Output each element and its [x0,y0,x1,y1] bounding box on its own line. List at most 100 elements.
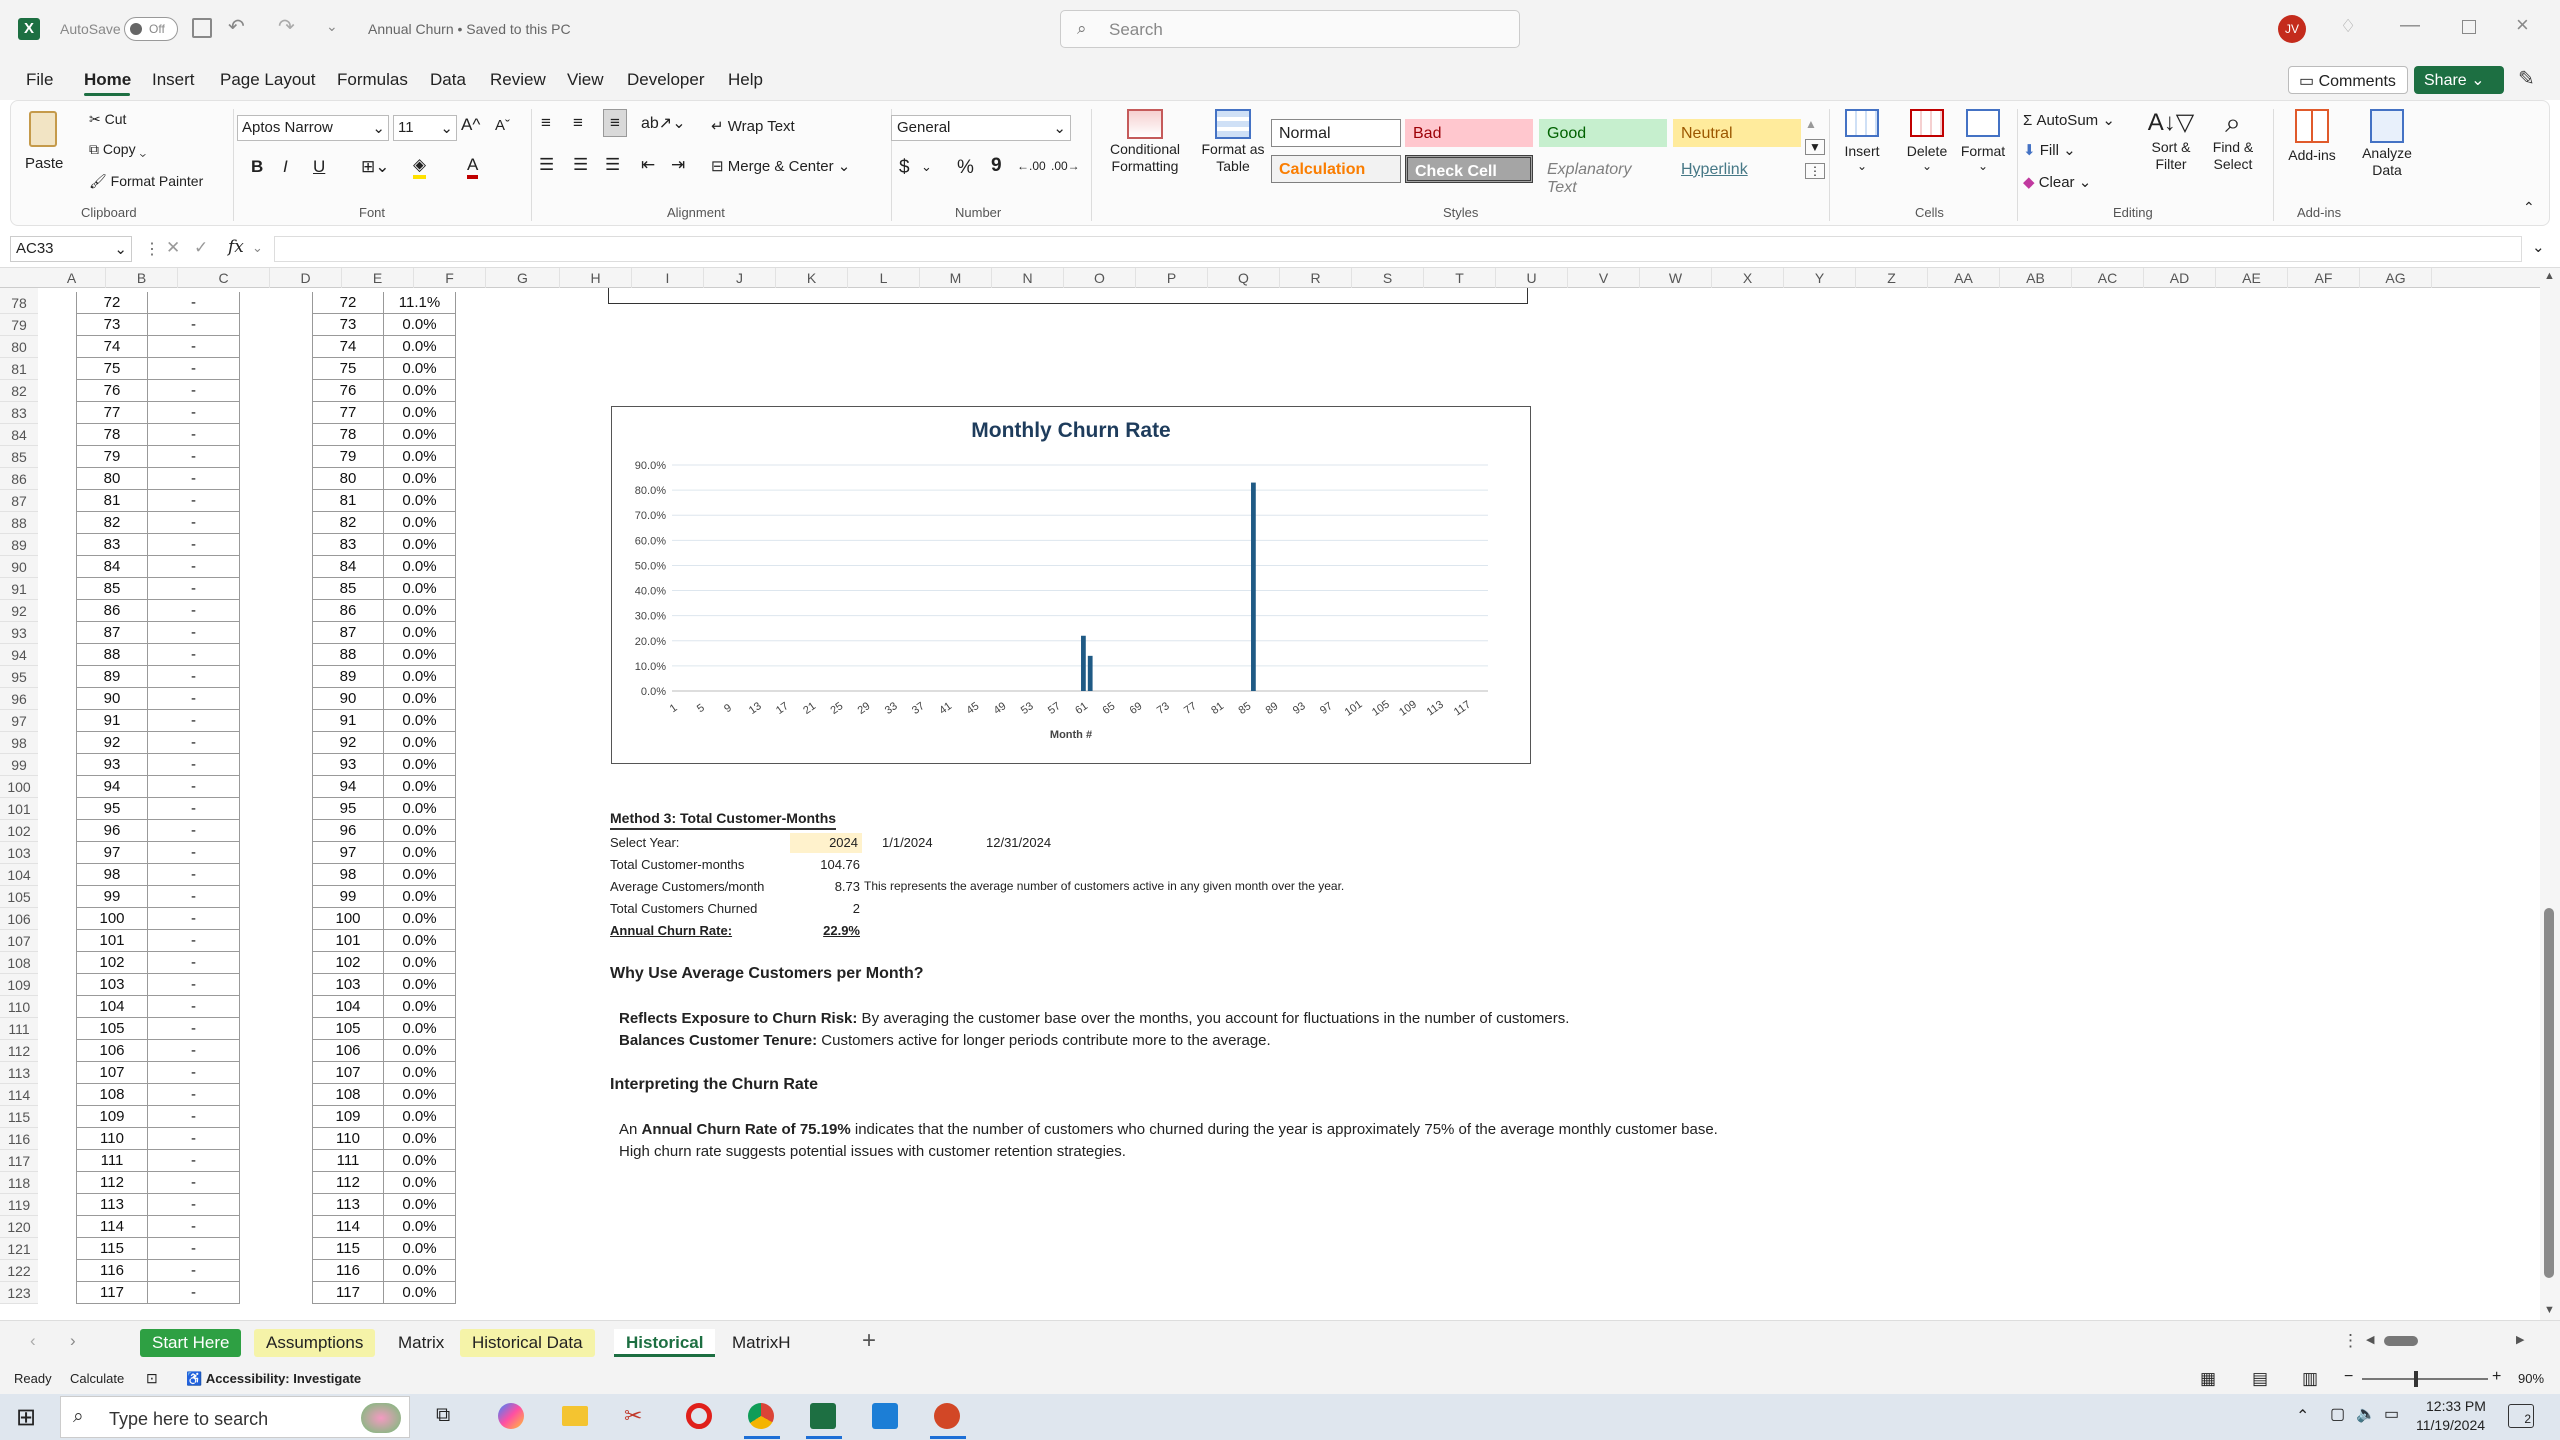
cell-rate[interactable]: 0.0% [384,1106,456,1128]
opera-icon[interactable] [686,1403,712,1429]
formula-input[interactable] [274,236,2522,262]
decrease-indent-icon[interactable]: ⇤ [641,155,655,175]
cell-month[interactable]: 106 [76,1040,148,1062]
cell-churned[interactable]: - [148,446,240,468]
styles-scroll-up-icon[interactable]: ▲ [1805,117,1817,131]
cell-rate[interactable]: 0.0% [384,556,456,578]
zoom-in-icon[interactable]: + [2492,1368,2501,1386]
cell-churned[interactable]: - [148,908,240,930]
cell-month-2[interactable]: 89 [312,666,384,688]
cell-rate[interactable]: 0.0% [384,776,456,798]
format-as-table-button[interactable]: Format as Table [1195,107,1271,197]
row-header[interactable]: 84 [0,424,38,446]
cell-month[interactable]: 84 [76,556,148,578]
row-header[interactable]: 97 [0,710,38,732]
cell-churned[interactable]: - [148,688,240,710]
row-header[interactable]: 122 [0,1260,38,1282]
row-header[interactable]: 96 [0,688,38,710]
format-cells-button[interactable]: Format ⌄ [1953,107,2013,197]
taskbar-search[interactable]: ⌕ Type here to search [60,1396,410,1438]
insert-cells-button[interactable]: Insert ⌄ [1837,107,1887,197]
cell-rate[interactable]: 0.0% [384,622,456,644]
italic-button[interactable]: I [283,157,288,177]
excel-taskbar-icon[interactable] [810,1403,836,1429]
cell-rate[interactable]: 0.0% [384,930,456,952]
row-header[interactable]: 86 [0,468,38,490]
cell-rate[interactable]: 11.1% [384,292,456,314]
volume-icon[interactable]: 🔈 [2356,1404,2376,1424]
tabs-more-icon[interactable]: ⋮ [2342,1331,2359,1351]
notification-button[interactable]: 2 [2508,1404,2534,1428]
cell-rate[interactable]: 0.0% [384,908,456,930]
row-header[interactable]: 78 [0,292,38,314]
page-layout-view-icon[interactable]: ▤ [2252,1369,2268,1389]
sort-filter-button[interactable]: A↓▽ Sort & Filter [2141,107,2201,197]
cell-month[interactable]: 103 [76,974,148,996]
cell-churned[interactable]: - [148,996,240,1018]
cell-month[interactable]: 72 [76,292,148,314]
cell-churned[interactable]: - [148,930,240,952]
column-header-i[interactable]: I [632,268,704,288]
column-header-x[interactable]: X [1712,268,1784,288]
column-header-f[interactable]: F [414,268,486,288]
row-header[interactable]: 105 [0,886,38,908]
zoom-slider[interactable] [2362,1371,2488,1387]
tab-scroll-left-icon[interactable]: ‹ [30,1331,36,1351]
zoom-out-icon[interactable]: − [2344,1368,2353,1386]
cell-rate[interactable]: 0.0% [384,688,456,710]
menu-view[interactable]: View [567,70,604,90]
autosum-button[interactable]: Σ AutoSum ⌄ [2023,111,2115,129]
row-header[interactable]: 94 [0,644,38,666]
cell-month[interactable]: 92 [76,732,148,754]
cell-rate[interactable]: 0.0% [384,1282,456,1304]
cell-month-2[interactable]: 72 [312,292,384,314]
column-header-b[interactable]: B [106,268,178,288]
cell-month[interactable]: 87 [76,622,148,644]
align-center-icon[interactable]: ☰ [573,155,588,175]
addins-button[interactable]: Add-ins [2277,107,2347,197]
align-middle-icon[interactable]: ≡ [573,113,583,133]
cell-month[interactable]: 108 [76,1084,148,1106]
cell-churned[interactable]: - [148,1194,240,1216]
cell-churned[interactable]: - [148,842,240,864]
cell-churned[interactable]: - [148,292,240,314]
analyze-data-button[interactable]: Analyze Data [2351,107,2423,197]
borders-icon[interactable]: ⊞⌄ [361,157,390,177]
cut-button[interactable]: ✂ Cut [89,111,126,128]
row-header[interactable]: 111 [0,1018,38,1040]
row-header[interactable]: 118 [0,1172,38,1194]
percent-button[interactable]: % [957,157,974,179]
cell-month[interactable]: 95 [76,798,148,820]
cell-month-2[interactable]: 91 [312,710,384,732]
decrease-decimal-icon[interactable]: .00→ [1051,159,1080,173]
cell-month-2[interactable]: 73 [312,314,384,336]
menu-review[interactable]: Review [490,70,546,90]
cell-rate[interactable]: 0.0% [384,446,456,468]
zoom-level[interactable]: 90% [2518,1371,2544,1386]
cell-month[interactable]: 110 [76,1128,148,1150]
cell-rate[interactable]: 0.0% [384,1084,456,1106]
cell-churned[interactable]: - [148,1150,240,1172]
cell-month[interactable]: 85 [76,578,148,600]
hscroll-right-icon[interactable]: ▶ [2516,1333,2524,1346]
column-header-r[interactable]: R [1280,268,1352,288]
column-header-t[interactable]: T [1424,268,1496,288]
row-header[interactable]: 116 [0,1128,38,1150]
cell-rate[interactable]: 0.0% [384,1216,456,1238]
chevron-down-icon[interactable]: ⌄ [921,159,932,175]
cell-month-2[interactable]: 96 [312,820,384,842]
cell-churned[interactable]: - [148,644,240,666]
column-header-af[interactable]: AF [2288,268,2360,288]
menu-insert[interactable]: Insert [152,70,195,90]
save-icon[interactable] [192,18,212,38]
cell-month[interactable]: 116 [76,1260,148,1282]
cell-churned[interactable]: - [148,622,240,644]
column-header-u[interactable]: U [1496,268,1568,288]
menu-help[interactable]: Help [728,70,763,90]
macro-record-icon[interactable]: ⊡ [146,1370,158,1387]
increase-indent-icon[interactable]: ⇥ [671,155,685,175]
cell-rate[interactable]: 0.0% [384,798,456,820]
cell-month[interactable]: 78 [76,424,148,446]
search-box[interactable]: ⌕ Search [1060,10,1520,48]
cell-rate[interactable]: 0.0% [384,314,456,336]
